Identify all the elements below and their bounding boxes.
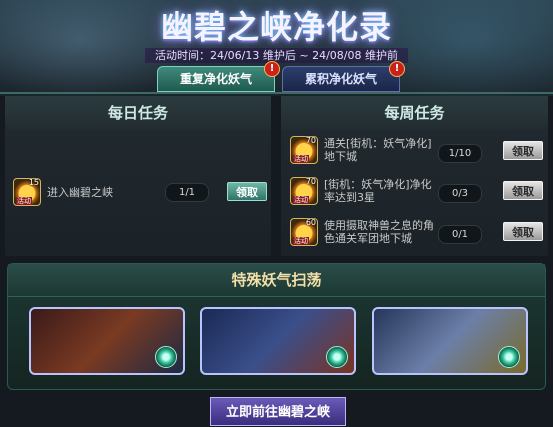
alert-badge: !	[264, 61, 280, 77]
sweep-card-2[interactable]	[200, 307, 356, 375]
quest-progress: 0/1	[438, 225, 482, 244]
page-title: 幽碧之峡净化录	[160, 8, 392, 46]
weekly-quests-title: 每周任务	[281, 96, 548, 130]
token-amount: 60	[305, 218, 316, 227]
quest-text: 使用摄取神兽之息的角色通关军团地下城	[324, 219, 434, 245]
token-tag: 活动	[293, 196, 309, 204]
token-amount: 15	[28, 178, 39, 187]
token-tag: 活动	[16, 197, 32, 205]
claim-button[interactable]: 领取	[503, 222, 543, 241]
event-time: 活动时间：24/06/13 维护后 ~ 24/08/08 维护前	[0, 47, 553, 63]
tab-cumulative-purify[interactable]: 累积净化妖气 !	[282, 61, 405, 92]
coin-token-icon: 60 活动	[290, 218, 318, 246]
quest-text: 进入幽碧之峡	[47, 185, 113, 199]
claim-button[interactable]: 领取	[503, 141, 543, 160]
daily-quest-row: 15 活动 进入幽碧之峡	[13, 178, 157, 206]
quest-text: 通关[街机：妖气净化]地下城	[324, 137, 432, 163]
special-sweep-title: 特殊妖气扫荡	[8, 264, 545, 297]
coin-token-icon: 70 活动	[290, 136, 318, 164]
token-tag: 活动	[293, 155, 309, 163]
quest-progress: 1/1	[165, 183, 209, 202]
tab-divider	[0, 92, 553, 94]
token-amount: 70	[305, 177, 316, 186]
weekly-quest-row: 70 活动 通关[街机：妖气净化]地下城	[290, 136, 436, 164]
claim-button[interactable]: 领取	[227, 182, 267, 201]
tab-repeat-purify[interactable]: 重复净化妖气 !	[157, 61, 280, 92]
special-sweep-panel: 特殊妖气扫荡	[7, 263, 546, 390]
daily-quests-title: 每日任务	[5, 96, 271, 130]
coin-token-icon: 70 活动	[290, 177, 318, 205]
weekly-quests-panel: 每周任务 70 活动 通关[街机：妖气净化]地下城 1/10 领取 70 活动 …	[281, 96, 548, 256]
token-amount: 70	[305, 136, 316, 145]
sweep-orb-icon[interactable]	[326, 346, 348, 368]
token-tag: 活动	[293, 237, 309, 245]
sweep-orb-icon[interactable]	[498, 346, 520, 368]
tab-label: 重复净化妖气	[179, 72, 252, 86]
sweep-card-1[interactable]	[29, 307, 185, 375]
event-time-text: 活动时间：24/06/13 维护后 ~ 24/08/08 维护前	[144, 48, 408, 63]
banner: 幽碧之峡净化录 活动时间：24/06/13 维护后 ~ 24/08/08 维护前	[0, 0, 553, 96]
weekly-quest-row: 70 活动 [街机：妖气净化]净化率达到3星	[290, 177, 436, 205]
daily-quests-panel: 每日任务 15 活动 进入幽碧之峡 1/1 领取	[5, 96, 271, 256]
quest-progress: 0/3	[438, 184, 482, 203]
coin-token-icon: 15 活动	[13, 178, 41, 206]
weekly-quest-row: 60 活动 使用摄取神兽之息的角色通关军团地下城	[290, 218, 436, 246]
alert-badge: !	[389, 61, 405, 77]
sweep-orb-icon[interactable]	[155, 346, 177, 368]
sweep-card-3[interactable]	[372, 307, 528, 375]
go-to-dungeon-button[interactable]: 立即前往幽碧之峡	[210, 397, 346, 426]
quest-progress: 1/10	[438, 144, 482, 163]
quest-text: [街机：妖气净化]净化率达到3星	[324, 178, 432, 204]
claim-button[interactable]: 领取	[503, 181, 543, 200]
tab-label: 累积净化妖气	[304, 72, 377, 86]
